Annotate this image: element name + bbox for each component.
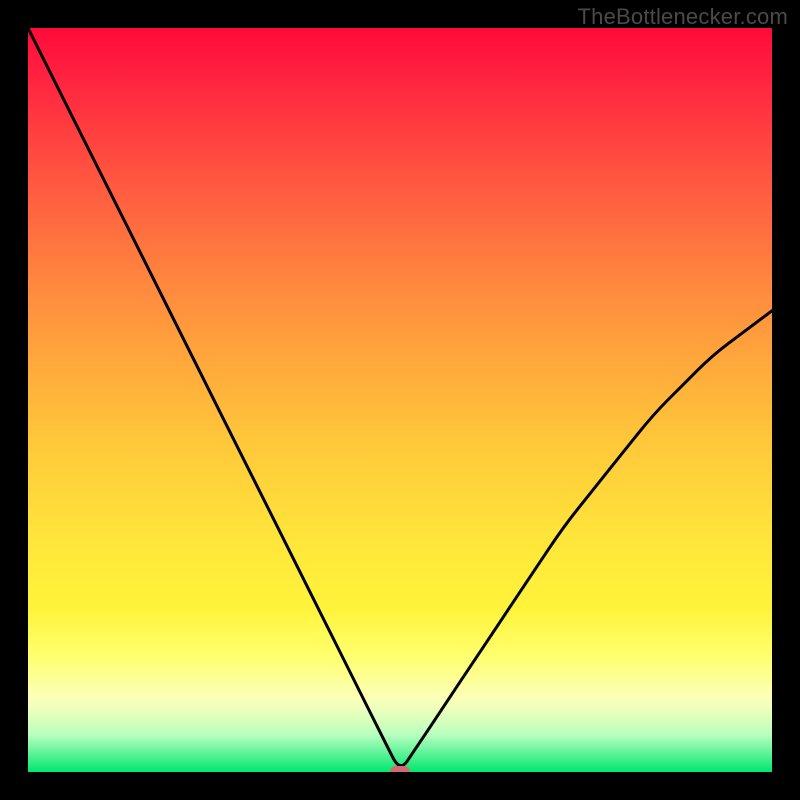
chart-frame: TheBottlenecker.com bbox=[0, 0, 800, 800]
curve-path bbox=[28, 28, 772, 766]
watermark-text: TheBottlenecker.com bbox=[578, 4, 788, 30]
bottleneck-curve bbox=[28, 28, 772, 772]
optimum-marker bbox=[390, 766, 410, 772]
plot-area bbox=[28, 28, 772, 772]
